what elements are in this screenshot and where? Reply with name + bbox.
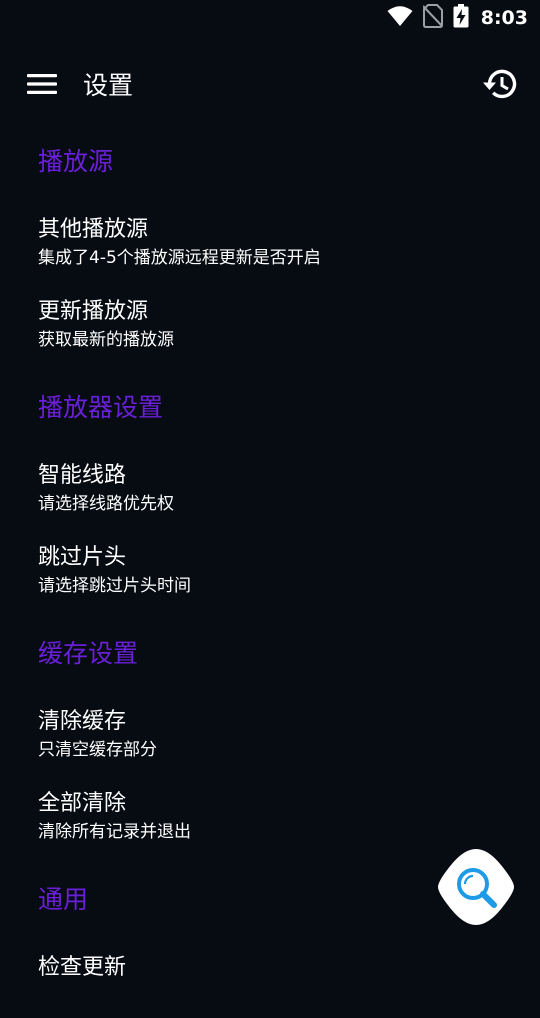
- pref-summary: 请选择线路优先权: [38, 494, 174, 514]
- status-bar: 8:03: [0, 0, 540, 36]
- pref-other-sources[interactable]: 其他播放源 集成了4-5个播放源远程更新是否开启: [0, 198, 540, 280]
- search-icon: [438, 849, 514, 929]
- pref-title: 全部清除: [38, 791, 127, 816]
- status-time: 8:03: [480, 7, 528, 29]
- pref-title: 智能线路: [38, 463, 127, 488]
- category-title: 播放源: [38, 147, 114, 176]
- category-playback-source: 播放源: [0, 116, 540, 198]
- menu-button[interactable]: [22, 68, 62, 104]
- category-player-settings: 播放器设置: [0, 362, 540, 444]
- pref-check-update[interactable]: 检查更新: [0, 936, 540, 1018]
- pref-title: 更新播放源: [38, 299, 149, 324]
- pref-title: 跳过片头: [38, 545, 127, 570]
- category-title: 通用: [38, 885, 89, 914]
- pref-clear-all[interactable]: 全部清除 清除所有记录并退出: [0, 772, 540, 854]
- pref-skip-intro[interactable]: 跳过片头 请选择跳过片头时间: [0, 526, 540, 608]
- pref-summary: 清除所有记录并退出: [38, 822, 191, 842]
- history-button[interactable]: [480, 66, 520, 106]
- pref-summary: 只清空缓存部分: [38, 740, 157, 760]
- category-cache-settings: 缓存设置: [0, 608, 540, 690]
- menu-icon: [27, 73, 57, 99]
- category-title: 播放器设置: [38, 393, 164, 422]
- pref-update-sources[interactable]: 更新播放源 获取最新的播放源: [0, 280, 540, 362]
- pref-summary: 请选择跳过片头时间: [38, 576, 191, 596]
- wifi-icon: [387, 5, 413, 31]
- status-icons: 8:03: [387, 4, 528, 32]
- pref-title: 清除缓存: [38, 709, 127, 734]
- toolbar: 设置: [0, 56, 540, 116]
- no-sim-icon: [422, 4, 443, 32]
- pref-summary: 集成了4-5个播放源远程更新是否开启: [38, 248, 321, 268]
- pref-clear-cache[interactable]: 清除缓存 只清空缓存部分: [0, 690, 540, 772]
- category-title: 缓存设置: [38, 639, 139, 668]
- pref-title: 检查更新: [38, 955, 127, 980]
- battery-charging-icon: [453, 4, 469, 32]
- pref-summary: 获取最新的播放源: [38, 330, 174, 350]
- pref-smart-route[interactable]: 智能线路 请选择线路优先权: [0, 444, 540, 526]
- history-icon: [481, 67, 519, 105]
- page-title: 设置: [83, 71, 134, 100]
- search-fab-button[interactable]: [438, 849, 514, 925]
- pref-title: 其他播放源: [38, 217, 149, 242]
